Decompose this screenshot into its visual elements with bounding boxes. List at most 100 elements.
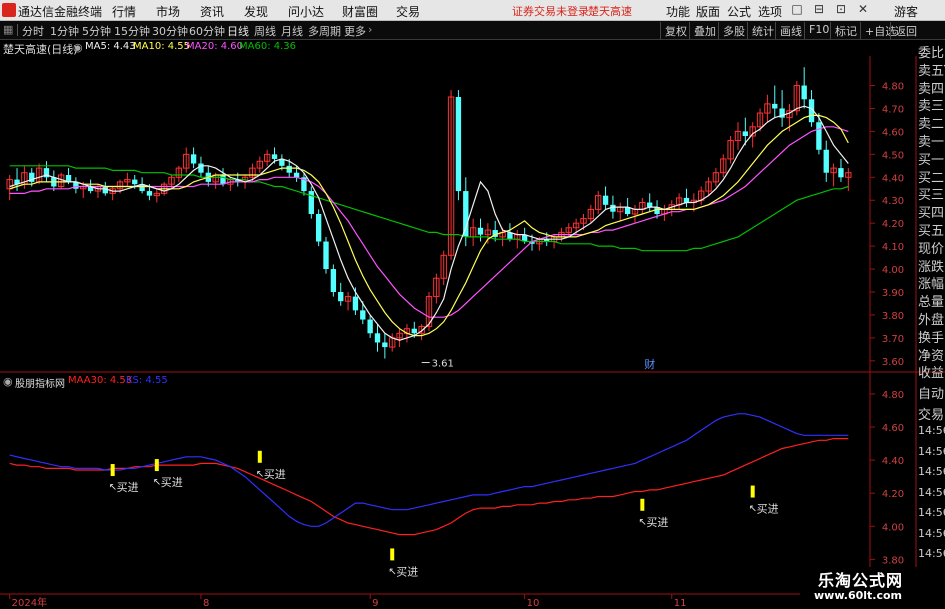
ma20-line: [9, 126, 849, 318]
buy-signal-label: 买进: [264, 468, 286, 481]
candle-body-down: [367, 319, 373, 334]
kline-chart[interactable]: 4.80 4.70 4.60 4.50 4.40 4.30 4.20 4.10 4.00 3.90…: [0, 56, 945, 609]
candle-body-down: [360, 310, 366, 320]
close-icon[interactable]: ✕: [856, 2, 870, 18]
price-tick-label: 3.90: [882, 288, 904, 299]
stock-title: 楚天高速(日线): [3, 43, 78, 56]
price-tick-label: 4.00: [882, 265, 904, 276]
finance-event-marker: 财: [644, 357, 655, 371]
menu-jiaoyi[interactable]: 交易: [396, 3, 420, 20]
quote-label-0: 委比: [918, 46, 945, 61]
minimize-icon[interactable]: ⊟: [812, 2, 826, 18]
candle-body-down: [352, 296, 359, 311]
quote-label-15: 外盘: [918, 313, 945, 328]
candle-body-down: [602, 195, 609, 205]
menu-gongneng[interactable]: 功能: [666, 3, 690, 20]
fuquan-button[interactable]: 复权: [660, 22, 690, 39]
biaoji-button[interactable]: 标记: [830, 22, 860, 39]
buy-signal-bar: [257, 450, 262, 463]
period-daily[interactable]: 日线: [227, 23, 249, 39]
quote-label-6: 买一: [918, 152, 945, 168]
price-tick-label: 4.80: [882, 82, 904, 93]
period-monthly[interactable]: 月线: [281, 23, 303, 39]
stock-name-alert: 楚天高速: [588, 5, 632, 18]
candle-body-down: [338, 292, 344, 302]
candle-body-down: [293, 172, 300, 178]
ma60-label: MA60: 4.36: [239, 41, 297, 52]
trade-panel: 自动交易14:5614:5614:5614:5614:5614:5614:561…: [918, 383, 945, 583]
quote-label-2: 卖四: [918, 81, 945, 97]
duogu-button[interactable]: 多股: [718, 22, 748, 39]
period-multi[interactable]: 多周期: [308, 23, 341, 39]
indicator-tick-label: 4.80: [882, 390, 904, 401]
time-tick-label: 11: [674, 598, 687, 609]
quote-label-5: 卖一: [918, 135, 945, 150]
quote-label-8: 买三: [918, 188, 945, 204]
time-tick-label: 8: [203, 598, 209, 609]
price-tick-label: 4.10: [882, 242, 904, 253]
ma60-line: [9, 165, 849, 252]
candle-body-down: [132, 179, 138, 185]
watermark-text: 乐淘公式网: [818, 571, 904, 590]
candle-body-down: [315, 214, 322, 242]
user-label[interactable]: 游客: [894, 3, 918, 20]
menu-banmian[interactable]: 版面: [696, 3, 720, 20]
price-tick-label: 3.80: [882, 311, 904, 322]
period-30min[interactable]: 30分钟: [152, 23, 188, 39]
candle-body-down: [455, 97, 462, 192]
maximize-icon[interactable]: ⊡: [834, 2, 848, 18]
trade-label-2: 14:56: [918, 424, 945, 437]
trade-label-3: 14:56: [918, 444, 945, 458]
candle-body-down: [146, 191, 153, 196]
buy-signal-bar: [154, 459, 159, 472]
trade-label-0: 自动: [918, 387, 945, 402]
trade-label-1: 交易: [918, 407, 945, 423]
menu-faxian[interactable]: 发现: [244, 3, 268, 20]
time-tick-label: 2024年: [12, 596, 47, 609]
grid-icon[interactable]: ▦: [3, 23, 13, 36]
period-60min[interactable]: 60分钟: [189, 23, 225, 39]
price-tick-label: 3.70: [882, 334, 904, 345]
menu-gongshi[interactable]: 公式: [727, 3, 751, 20]
quote-label-17: 净资: [918, 348, 945, 364]
menu-zixun[interactable]: 资讯: [200, 3, 224, 20]
period-1min[interactable]: 1分钟: [50, 23, 79, 39]
price-tick-label: 4.20: [882, 219, 904, 230]
quote-label-12: 涨跌: [918, 259, 945, 275]
price-tick-label: 4.40: [882, 173, 904, 184]
candle-body-down: [647, 202, 653, 208]
price-tick-label: 4.60: [882, 127, 904, 138]
period-5min[interactable]: 5分钟: [82, 23, 111, 39]
candle-body-down: [463, 191, 469, 237]
quote-label-10: 买五: [918, 224, 945, 239]
candle-body-down: [374, 333, 381, 343]
candle-body-down: [220, 175, 226, 185]
menu-shichang[interactable]: 市场: [156, 3, 180, 20]
tongji-button[interactable]: 统计: [747, 22, 777, 39]
menu-wenxiaoda[interactable]: 问小达: [288, 3, 324, 20]
menu-xuanxiang[interactable]: 选项: [758, 3, 782, 20]
trade-label-7: 14:56: [918, 526, 945, 540]
period-fenshi[interactable]: 分时: [22, 23, 44, 39]
quote-label-7: 买二: [918, 170, 945, 186]
period-weekly[interactable]: 周线: [254, 23, 276, 39]
return-button[interactable]: 返回: [890, 22, 920, 39]
diejia-button[interactable]: 叠加: [689, 22, 719, 39]
buy-signal-bar: [640, 498, 645, 511]
buy-signal-bar: [110, 464, 115, 477]
menu-hangqing[interactable]: 行情: [112, 3, 136, 20]
period-15min[interactable]: 15分钟: [114, 23, 150, 39]
ma-settings-icon[interactable]: ◉: [73, 41, 83, 54]
chevron-right-icon[interactable]: ›: [368, 23, 372, 36]
huaxian-button[interactable]: 画线: [775, 22, 805, 39]
restore-icon[interactable]: □: [790, 2, 804, 18]
indicator-tick-label: 4.40: [882, 456, 904, 467]
menu-caifuquan[interactable]: 财富圈: [342, 3, 378, 20]
candle-body-down: [271, 154, 278, 159]
ks-line: [9, 413, 849, 527]
period-more[interactable]: 更多: [344, 23, 366, 39]
f10-button[interactable]: F10: [804, 22, 832, 39]
price-annotation-label: 3.61: [432, 359, 454, 370]
trade-label-8: 14:56: [918, 547, 945, 560]
trade-login-alert[interactable]: 证券交易未登录: [512, 3, 589, 19]
